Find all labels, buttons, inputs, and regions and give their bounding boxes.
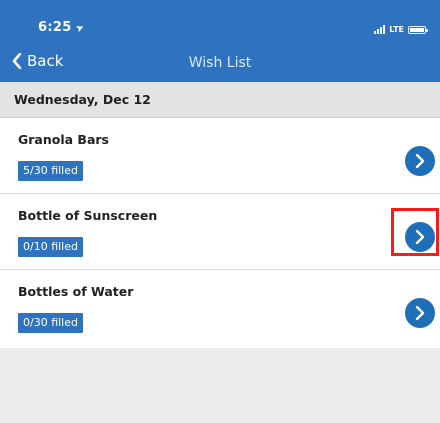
- network-type: LTE: [389, 25, 404, 34]
- filled-status-badge: 0/30 filled: [18, 313, 83, 333]
- battery-fill: [410, 28, 424, 32]
- list-item[interactable]: Bottle of Sunscreen 0/10 filled: [0, 194, 440, 270]
- list-item[interactable]: Granola Bars 5/30 filled: [0, 118, 440, 194]
- wish-list: Granola Bars 5/30 filled Bottle of Sunsc…: [0, 118, 440, 348]
- location-arrow-icon: ➤: [73, 21, 87, 36]
- chevron-right-icon: [415, 230, 425, 244]
- item-name: Bottle of Sunscreen: [18, 208, 158, 223]
- item-name: Granola Bars: [18, 132, 109, 147]
- chevron-right-icon: [415, 154, 425, 168]
- status-bar-time: 6:25 ➤: [38, 20, 87, 36]
- chevron-right-icon: [415, 306, 425, 320]
- open-item-button[interactable]: [405, 146, 435, 176]
- open-item-button[interactable]: [405, 298, 435, 328]
- date-section-header: Wednesday, Dec 12: [0, 82, 440, 118]
- time-text: 6:25: [38, 20, 72, 35]
- battery-icon: [408, 26, 428, 34]
- item-name: Bottles of Water: [18, 284, 134, 299]
- open-item-button[interactable]: [405, 222, 435, 252]
- page-title: Wish List: [188, 55, 252, 71]
- top-bar: 6:25 ➤ LTE Back Wish List: [0, 0, 440, 82]
- filled-status-badge: 0/10 filled: [18, 237, 83, 257]
- status-bar-indicators: LTE: [374, 22, 428, 34]
- wish-list-screen: 6:25 ➤ LTE Back Wish List Wednesday, Dec …: [0, 0, 440, 423]
- list-item[interactable]: Bottles of Water 0/30 filled: [0, 270, 440, 348]
- signal-icon: [374, 25, 386, 34]
- filled-status-badge: 5/30 filled: [18, 161, 83, 181]
- section-date: Wednesday, Dec 12: [14, 92, 151, 107]
